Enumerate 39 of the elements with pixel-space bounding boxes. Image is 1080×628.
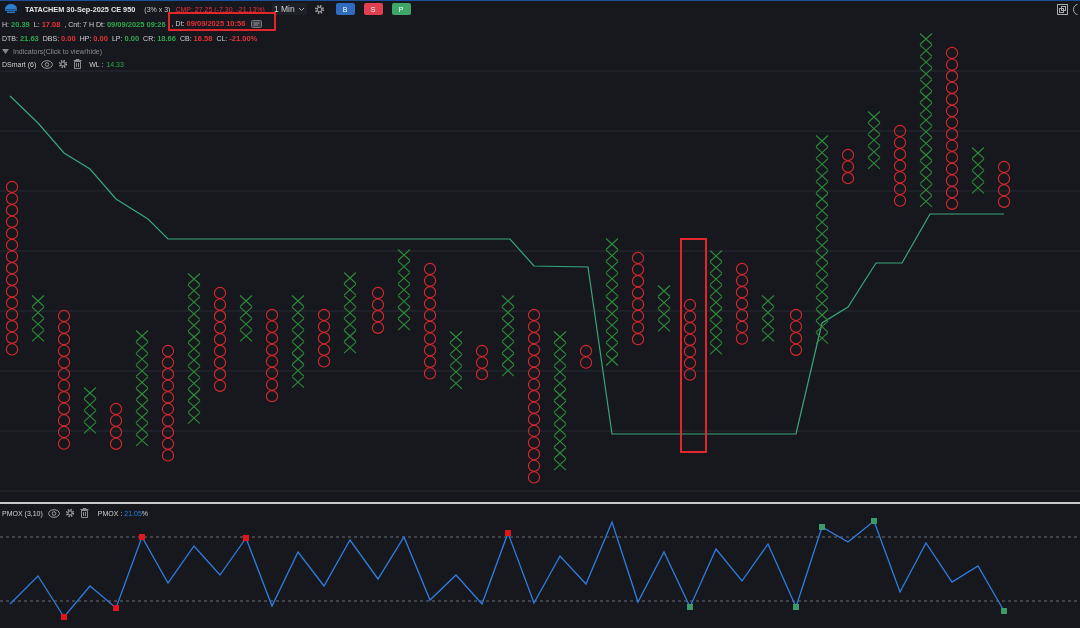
x-column (657, 284, 671, 332)
signal-marker (505, 530, 511, 536)
settings-icon[interactable] (64, 508, 75, 518)
signal-marker (61, 614, 67, 620)
o-column (841, 148, 855, 185)
signal-marker (1001, 608, 1007, 614)
o-column (317, 308, 331, 368)
signal-marker (139, 534, 145, 540)
x-column (83, 386, 97, 434)
signal-marker (793, 604, 799, 610)
x-column (761, 294, 775, 342)
signal-marker (819, 524, 825, 530)
note-icon[interactable] (251, 19, 263, 28)
trash-icon[interactable] (79, 508, 89, 518)
signal-marker (243, 535, 249, 541)
eye-icon[interactable] (41, 59, 54, 69)
signal-marker (687, 604, 693, 610)
x-column (449, 330, 463, 390)
restore-icon[interactable] (1057, 3, 1068, 15)
signal-marker (113, 605, 119, 611)
o-column (997, 160, 1011, 208)
chevron-icon (297, 6, 305, 12)
settings-icon[interactable] (58, 59, 69, 69)
x-column (239, 294, 253, 342)
logo-icon (4, 4, 18, 14)
x-column (31, 294, 45, 342)
caret-icon[interactable] (2, 48, 9, 54)
trash-icon[interactable] (73, 59, 83, 69)
o-column (789, 308, 803, 356)
interval-dropdown[interactable]: 1 Min (271, 3, 307, 15)
settings-icon[interactable] (313, 3, 325, 15)
o-column (371, 286, 385, 334)
o-column (579, 344, 593, 369)
o-column (475, 344, 489, 381)
eye-icon[interactable] (47, 508, 60, 518)
x-column (867, 110, 881, 170)
signal-marker (871, 518, 877, 524)
x-column (971, 146, 985, 194)
o-column (109, 402, 123, 450)
